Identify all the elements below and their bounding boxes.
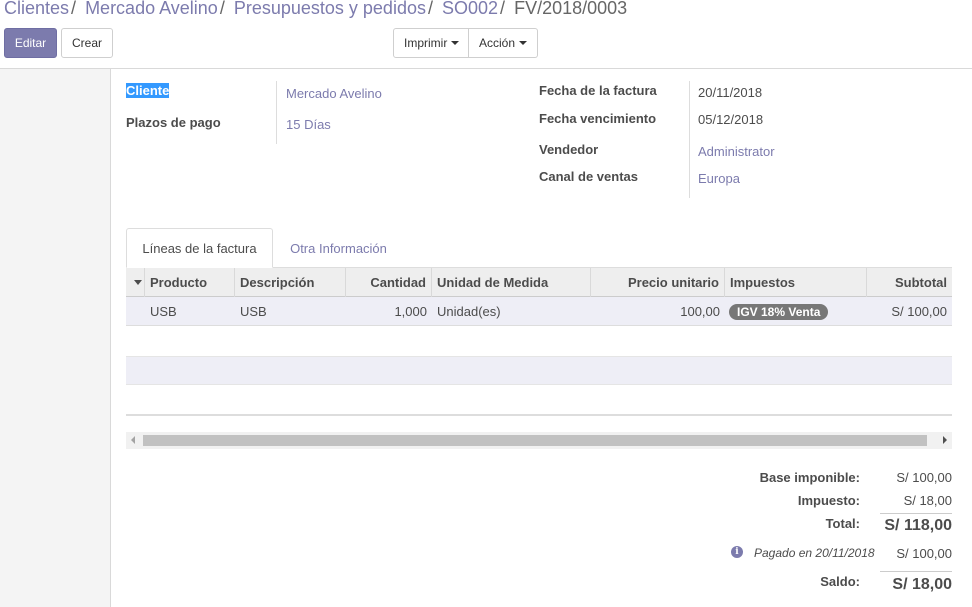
scrollbar-thumb[interactable]: [143, 435, 927, 446]
header-cantidad[interactable]: Cantidad: [346, 268, 432, 297]
edit-button[interactable]: Editar: [4, 28, 57, 58]
tab-invoice-lines[interactable]: Líneas de la factura: [126, 228, 273, 268]
tax-badge: IGV 18% Venta: [729, 304, 829, 320]
cliente-label: Cliente: [126, 83, 170, 98]
cell-producto: USB: [150, 304, 177, 319]
cell-precio: 100,00: [680, 304, 720, 319]
caret-down-icon: [134, 280, 142, 285]
header-sort-column[interactable]: [126, 268, 145, 297]
fecha-factura-label: Fecha de la factura: [539, 83, 657, 98]
saldo-label: Saldo:: [820, 574, 860, 589]
breadcrumb-item-partner[interactable]: Mercado Avelino: [85, 0, 218, 18]
table-row[interactable]: USB USB 1,000 Unidad(es) 100,00 IGV 18% …: [126, 297, 952, 326]
plazos-label: Plazos de pago: [126, 115, 221, 130]
table-header: Producto Descripción Cantidad Unidad de …: [126, 268, 952, 297]
vendedor-value-link[interactable]: Administrator: [698, 144, 775, 159]
table-footer: [126, 414, 952, 416]
saldo-divider: [880, 571, 952, 572]
impuesto-label: Impuesto:: [797, 493, 860, 508]
fecha-vencimiento-value: 05/12/2018: [698, 112, 764, 127]
canal-label: Canal de ventas: [539, 169, 638, 184]
breadcrumb-separator: /: [71, 0, 77, 18]
breadcrumb-item-quotations[interactable]: Presupuestos y pedidos: [234, 0, 426, 18]
fecha-factura-value: 20/11/2018: [698, 85, 763, 100]
create-button[interactable]: Crear: [61, 28, 113, 58]
breadcrumb-item-clientes[interactable]: Clientes: [4, 0, 69, 18]
sidebar-actions: Imprimir Acción: [393, 28, 538, 58]
fecha-vencimiento-label: Fecha vencimiento: [539, 111, 657, 126]
header-precio-unitario[interactable]: Precio unitario: [591, 268, 725, 297]
breadcrumb-separator: /: [500, 0, 506, 18]
action-dropdown-button[interactable]: Acción: [469, 28, 538, 58]
vendedor-label: Vendedor: [539, 142, 599, 157]
total-divider: [880, 513, 952, 514]
saldo-value: S/ 18,00: [892, 576, 952, 593]
breadcrumb-current: FV/2018/0003: [514, 0, 628, 18]
header-descripcion[interactable]: Descripción: [235, 268, 346, 297]
payment-info-text: Pagado en 20/11/2018: [754, 546, 875, 560]
plazos-value-link[interactable]: 15 Días: [286, 117, 331, 132]
breadcrumb-separator: /: [219, 0, 225, 18]
base-imponible-value: S/ 100,00: [896, 470, 952, 485]
header-unidad-medida[interactable]: Unidad de Medida: [432, 268, 591, 297]
total-value: S/ 118,00: [884, 517, 952, 534]
base-imponible-label: Base imponible:: [759, 470, 860, 485]
breadcrumb: Clientes / Mercado Avelino / Presupuestos …: [4, 0, 627, 24]
info-icon[interactable]: i: [731, 546, 743, 558]
cell-unidad: Unidad(es): [437, 304, 501, 319]
canal-value-link[interactable]: Europa: [698, 171, 740, 186]
scroll-right-arrow-icon[interactable]: [943, 436, 947, 444]
caret-down-icon: [451, 41, 460, 45]
action-label: Acción: [479, 36, 516, 50]
tab-other-info[interactable]: Otra Información: [276, 228, 401, 268]
print-label: Imprimir: [404, 36, 448, 50]
caret-down-icon: [519, 41, 528, 45]
impuesto-value: S/ 18,00: [903, 493, 952, 508]
cell-subtotal: S/ 100,00: [891, 304, 947, 319]
breadcrumb-item-order[interactable]: SO002: [442, 0, 498, 18]
print-dropdown-button[interactable]: Imprimir: [393, 28, 469, 58]
horizontal-scrollbar[interactable]: [126, 432, 952, 449]
cliente-value-link[interactable]: Mercado Avelino: [286, 86, 382, 101]
cell-descripcion: USB: [240, 304, 267, 319]
header-subtotal[interactable]: Subtotal: [867, 268, 952, 297]
header-producto[interactable]: Producto: [145, 268, 235, 297]
payment-amount: S/ 100,00: [896, 546, 952, 561]
breadcrumb-separator: /: [427, 0, 433, 18]
header-impuestos[interactable]: Impuestos: [725, 268, 867, 297]
table-row-empty: [126, 356, 952, 385]
cell-cantidad: 1,000: [394, 304, 427, 319]
total-label: Total:: [825, 516, 860, 531]
table-row-empty: [126, 327, 952, 356]
scroll-left-arrow-icon[interactable]: [131, 436, 135, 444]
field-divider: [276, 81, 277, 144]
field-divider: [689, 81, 690, 198]
